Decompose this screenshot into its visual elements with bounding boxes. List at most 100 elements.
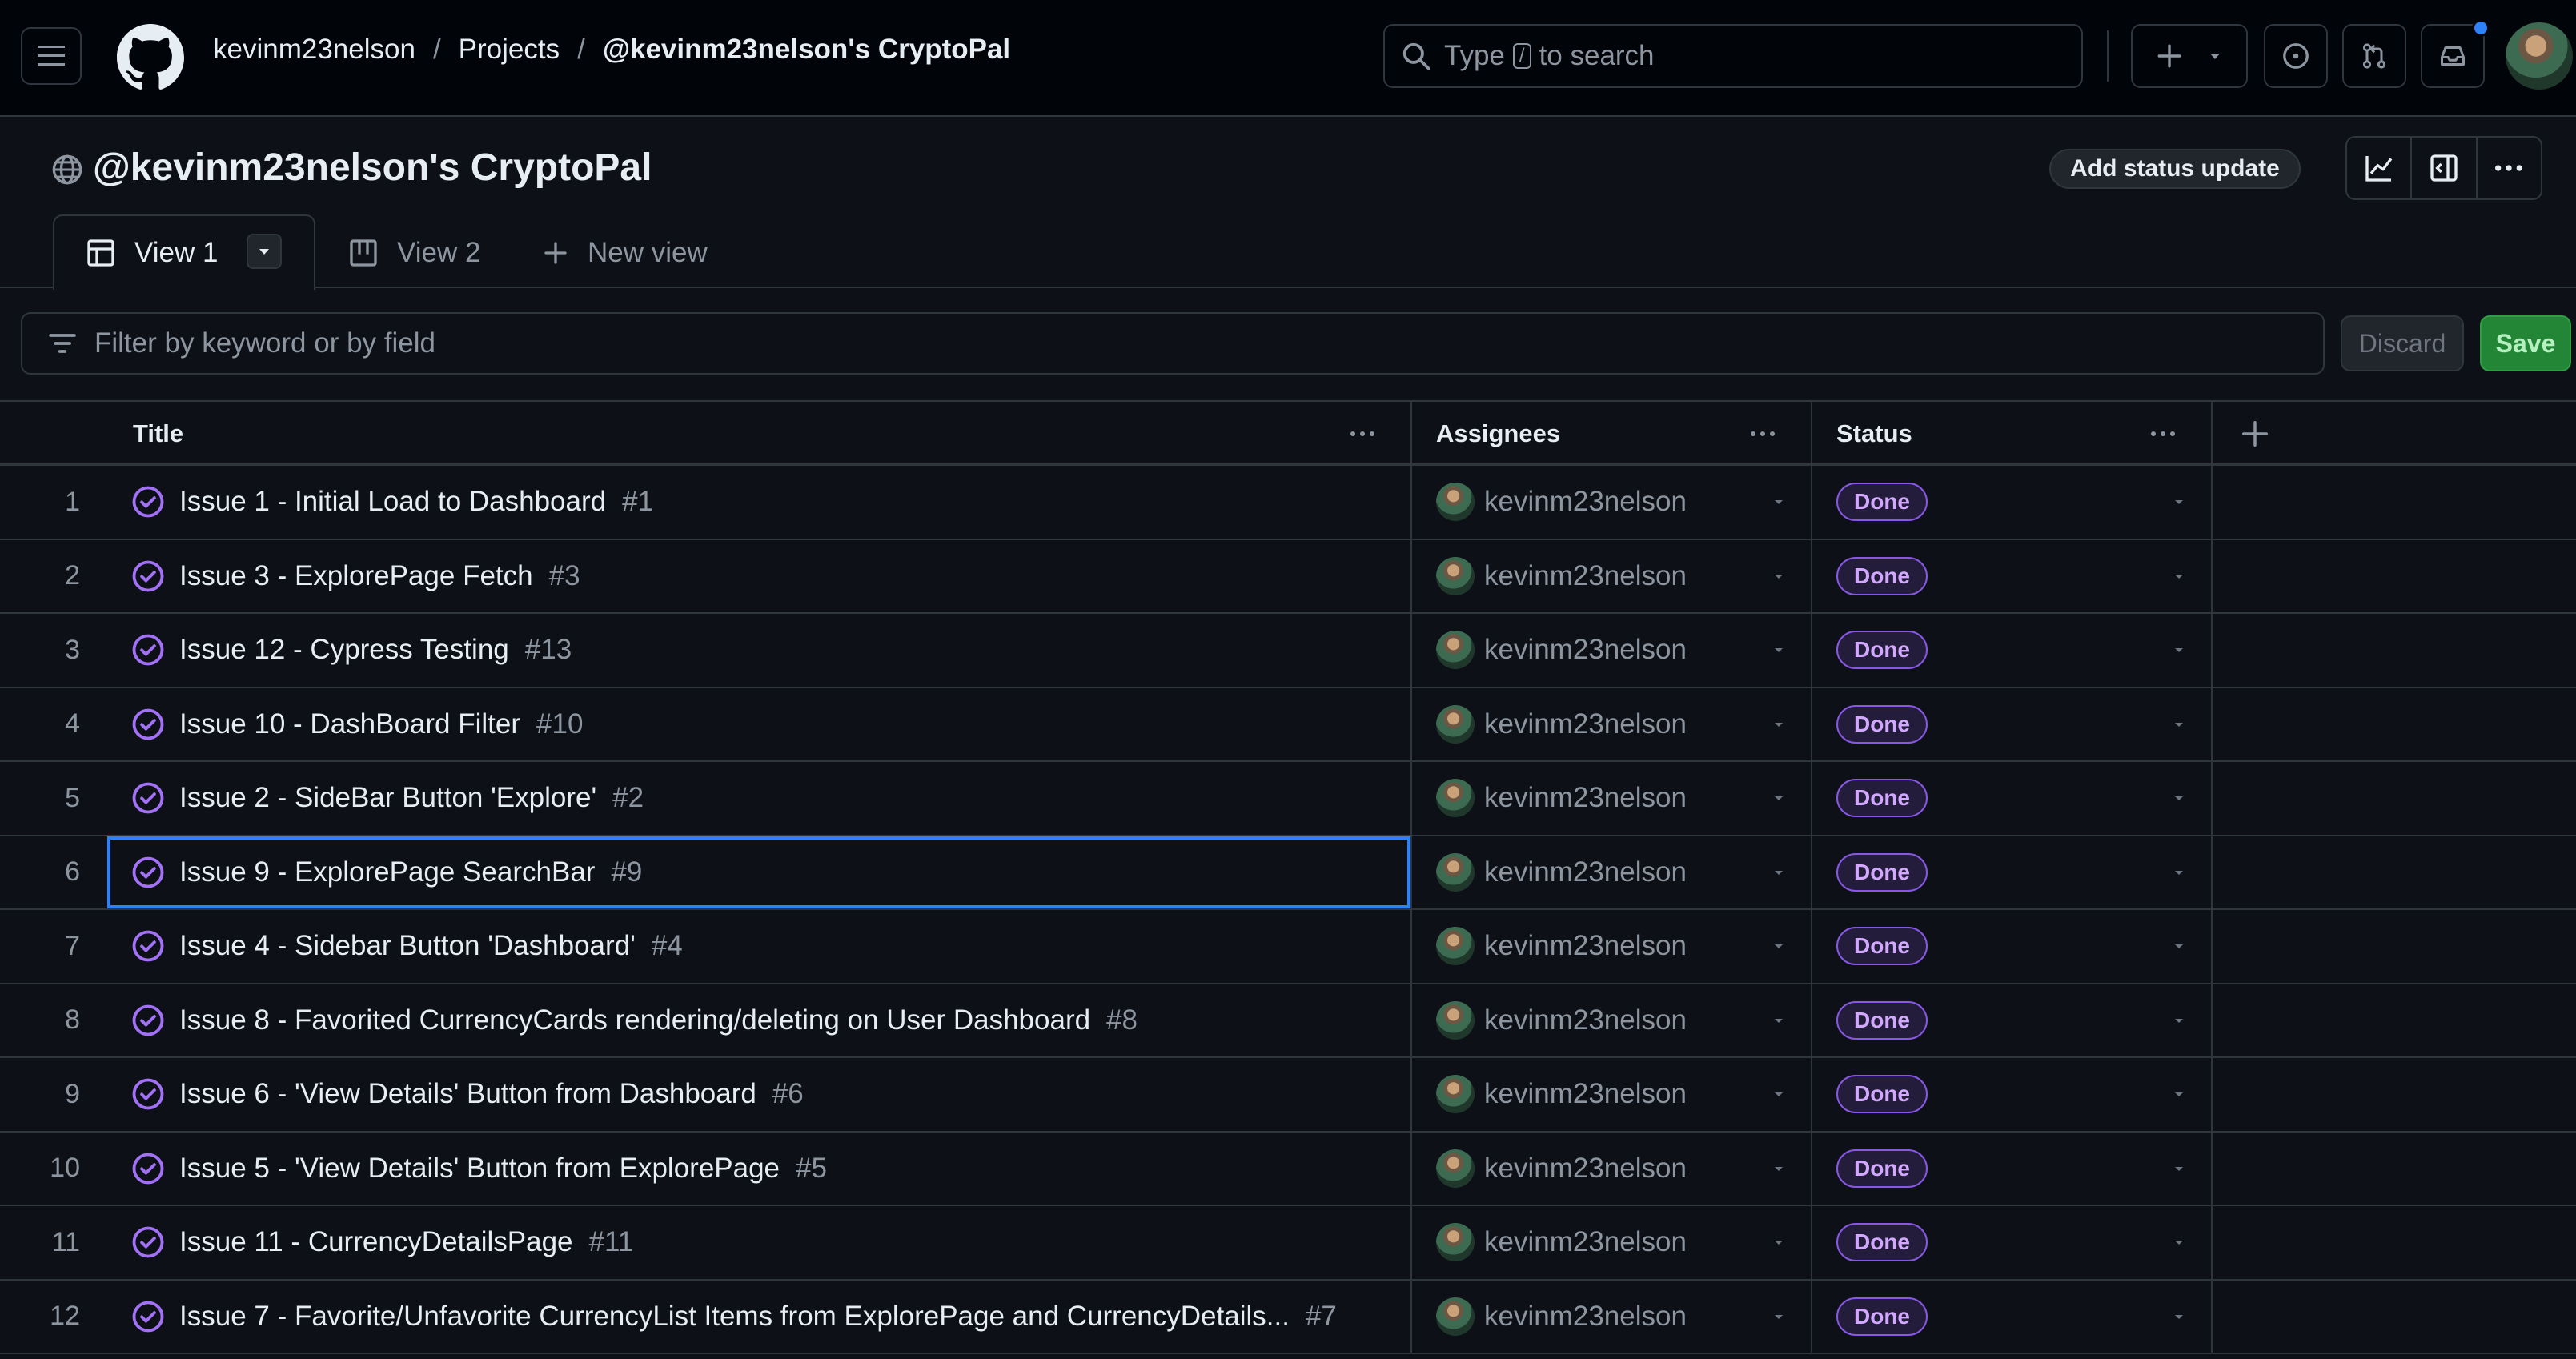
issue-title-link[interactable]: Issue 12 - Cypress Testing — [179, 634, 509, 666]
column-header-title[interactable]: Title — [107, 402, 1410, 465]
status-cell[interactable]: Done — [1811, 466, 2211, 539]
column-header-assignees[interactable]: Assignees — [1410, 402, 1811, 465]
assignees-cell[interactable]: kevinm23nelson — [1410, 1132, 1811, 1205]
view-options-dropdown[interactable] — [247, 234, 282, 269]
issue-title-link[interactable]: Issue 3 - ExplorePage Fetch — [179, 560, 533, 592]
column-header-status[interactable]: Status — [1811, 402, 2211, 465]
triangle-down-icon[interactable] — [1771, 1012, 1787, 1028]
issues-button[interactable] — [2264, 24, 2328, 88]
triangle-down-icon[interactable] — [2171, 1309, 2187, 1325]
triangle-down-icon[interactable] — [1771, 494, 1787, 510]
triangle-down-icon[interactable] — [1771, 1309, 1787, 1325]
table-row[interactable]: 4 Issue 10 - DashBoard Filter #10 kevinm… — [0, 688, 2576, 762]
triangle-down-icon[interactable] — [1771, 1086, 1787, 1102]
triangle-down-icon[interactable] — [1771, 716, 1787, 732]
title-cell[interactable]: Issue 11 - CurrencyDetailsPage #11 — [107, 1206, 1410, 1279]
status-cell[interactable]: Done — [1811, 762, 2211, 835]
title-cell[interactable]: Issue 12 - Cypress Testing #13 — [107, 614, 1410, 687]
issue-title-link[interactable]: Issue 9 - ExplorePage SearchBar — [179, 856, 595, 888]
title-cell[interactable]: Issue 5 - 'View Details' Button from Exp… — [107, 1132, 1410, 1205]
table-row[interactable]: 1 Issue 1 - Initial Load to Dashboard #1… — [0, 466, 2576, 540]
triangle-down-icon[interactable] — [2171, 790, 2187, 806]
issue-title-link[interactable]: Issue 6 - 'View Details' Button from Das… — [179, 1078, 756, 1110]
triangle-down-icon[interactable] — [2171, 1012, 2187, 1028]
issue-title-link[interactable]: Issue 11 - CurrencyDetailsPage — [179, 1226, 573, 1258]
status-cell[interactable]: Done — [1811, 688, 2211, 760]
title-cell[interactable]: Issue 1 - Initial Load to Dashboard #1 — [107, 466, 1410, 539]
issue-title-link[interactable]: Issue 10 - DashBoard Filter — [179, 708, 520, 740]
assignees-cell[interactable]: kevinm23nelson — [1410, 1058, 1811, 1131]
status-cell[interactable]: Done — [1811, 836, 2211, 908]
kebab-horizontal-icon[interactable] — [1346, 419, 1378, 448]
triangle-down-icon[interactable] — [1771, 1161, 1787, 1177]
create-new-button[interactable] — [2131, 24, 2248, 88]
triangle-down-icon[interactable] — [2171, 938, 2187, 954]
kebab-horizontal-icon[interactable] — [1747, 419, 1779, 448]
status-cell[interactable]: Done — [1811, 1132, 2211, 1205]
kebab-horizontal-icon[interactable] — [2147, 419, 2179, 448]
table-row[interactable]: 9 Issue 6 - 'View Details' Button from D… — [0, 1058, 2576, 1132]
more-options-button[interactable] — [2478, 138, 2541, 198]
search-input[interactable]: Type / to search — [1383, 24, 2083, 88]
issue-title-link[interactable]: Issue 4 - Sidebar Button 'Dashboard' — [179, 930, 636, 962]
status-cell[interactable]: Done — [1811, 614, 2211, 687]
status-cell[interactable]: Done — [1811, 1280, 2211, 1353]
title-cell[interactable]: Issue 3 - ExplorePage Fetch #3 — [107, 540, 1410, 613]
table-row[interactable]: 8 Issue 8 - Favorited CurrencyCards rend… — [0, 984, 2576, 1058]
status-cell[interactable]: Done — [1811, 1206, 2211, 1279]
issue-title-link[interactable]: Issue 7 - Favorite/Unfavorite CurrencyLi… — [179, 1301, 1290, 1333]
issue-title-link[interactable]: Issue 1 - Initial Load to Dashboard — [179, 486, 606, 518]
title-cell[interactable]: Issue 9 - ExplorePage SearchBar #9 — [107, 836, 1410, 908]
save-button[interactable]: Save — [2480, 315, 2571, 371]
breadcrumb-projects[interactable]: Projects — [459, 34, 560, 66]
triangle-down-icon[interactable] — [2171, 568, 2187, 584]
assignees-cell[interactable]: kevinm23nelson — [1410, 762, 1811, 835]
discard-button[interactable]: Discard — [2341, 315, 2464, 371]
triangle-down-icon[interactable] — [2171, 494, 2187, 510]
title-cell[interactable]: Issue 2 - SideBar Button 'Explore' #2 — [107, 762, 1410, 835]
status-cell[interactable]: Done — [1811, 539, 2211, 612]
issue-title-link[interactable]: Issue 2 - SideBar Button 'Explore' — [179, 782, 596, 814]
assignees-cell[interactable]: kevinm23nelson — [1410, 1206, 1811, 1279]
triangle-down-icon[interactable] — [2171, 716, 2187, 732]
title-cell[interactable]: Issue 10 - DashBoard Filter #10 — [107, 688, 1410, 761]
insights-button[interactable] — [2347, 138, 2413, 198]
tab-view-1[interactable]: View 1 — [53, 214, 315, 290]
assignees-cell[interactable]: kevinm23nelson — [1410, 466, 1811, 539]
triangle-down-icon[interactable] — [2171, 864, 2187, 880]
title-cell[interactable]: Issue 6 - 'View Details' Button from Das… — [107, 1058, 1410, 1131]
triangle-down-icon[interactable] — [1771, 1234, 1787, 1250]
triangle-down-icon[interactable] — [1771, 642, 1787, 658]
triangle-down-icon[interactable] — [1771, 938, 1787, 954]
table-row[interactable]: 11 Issue 11 - CurrencyDetailsPage #11 ke… — [0, 1206, 2576, 1281]
table-row[interactable]: 7 Issue 4 - Sidebar Button 'Dashboard' #… — [0, 910, 2576, 984]
filter-input[interactable]: Filter by keyword or by field — [21, 312, 2325, 375]
add-field-button[interactable] — [2211, 402, 2576, 465]
table-row[interactable]: 2 Issue 3 - ExplorePage Fetch #3 kevinm2… — [0, 539, 2576, 614]
triangle-down-icon[interactable] — [1771, 568, 1787, 584]
status-cell[interactable]: Done — [1811, 1058, 2211, 1131]
assignees-cell[interactable]: kevinm23nelson — [1410, 688, 1811, 760]
status-cell[interactable]: Done — [1811, 910, 2211, 983]
tab-view-2[interactable]: View 2 — [347, 237, 480, 269]
title-cell[interactable]: Issue 7 - Favorite/Unfavorite CurrencyLi… — [107, 1281, 1410, 1353]
breadcrumb-owner[interactable]: kevinm23nelson — [213, 34, 415, 66]
menu-button[interactable] — [21, 27, 82, 85]
table-row[interactable]: 3 Issue 12 - Cypress Testing #13 kevinm2… — [0, 614, 2576, 688]
table-row[interactable]: 6 Issue 9 - ExplorePage SearchBar #9 kev… — [0, 836, 2576, 910]
issue-title-link[interactable]: Issue 5 - 'View Details' Button from Exp… — [179, 1153, 780, 1185]
side-panel-button[interactable] — [2412, 138, 2478, 198]
triangle-down-icon[interactable] — [1771, 864, 1787, 880]
triangle-down-icon[interactable] — [2171, 1234, 2187, 1250]
assignees-cell[interactable]: kevinm23nelson — [1410, 910, 1811, 983]
status-cell[interactable]: Done — [1811, 984, 2211, 1056]
title-cell[interactable]: Issue 8 - Favorited CurrencyCards render… — [107, 984, 1410, 1057]
table-row[interactable]: 10 Issue 5 - 'View Details' Button from … — [0, 1132, 2576, 1206]
triangle-down-icon[interactable] — [2171, 1161, 2187, 1177]
triangle-down-icon[interactable] — [2171, 1086, 2187, 1102]
pull-requests-button[interactable] — [2342, 24, 2406, 88]
user-avatar[interactable] — [2506, 22, 2573, 90]
table-row[interactable]: 12 Issue 7 - Favorite/Unfavorite Currenc… — [0, 1280, 2576, 1354]
breadcrumb-project[interactable]: @kevinm23nelson's CryptoPal — [603, 34, 1010, 66]
add-status-update-button[interactable]: Add status update — [2049, 149, 2301, 189]
